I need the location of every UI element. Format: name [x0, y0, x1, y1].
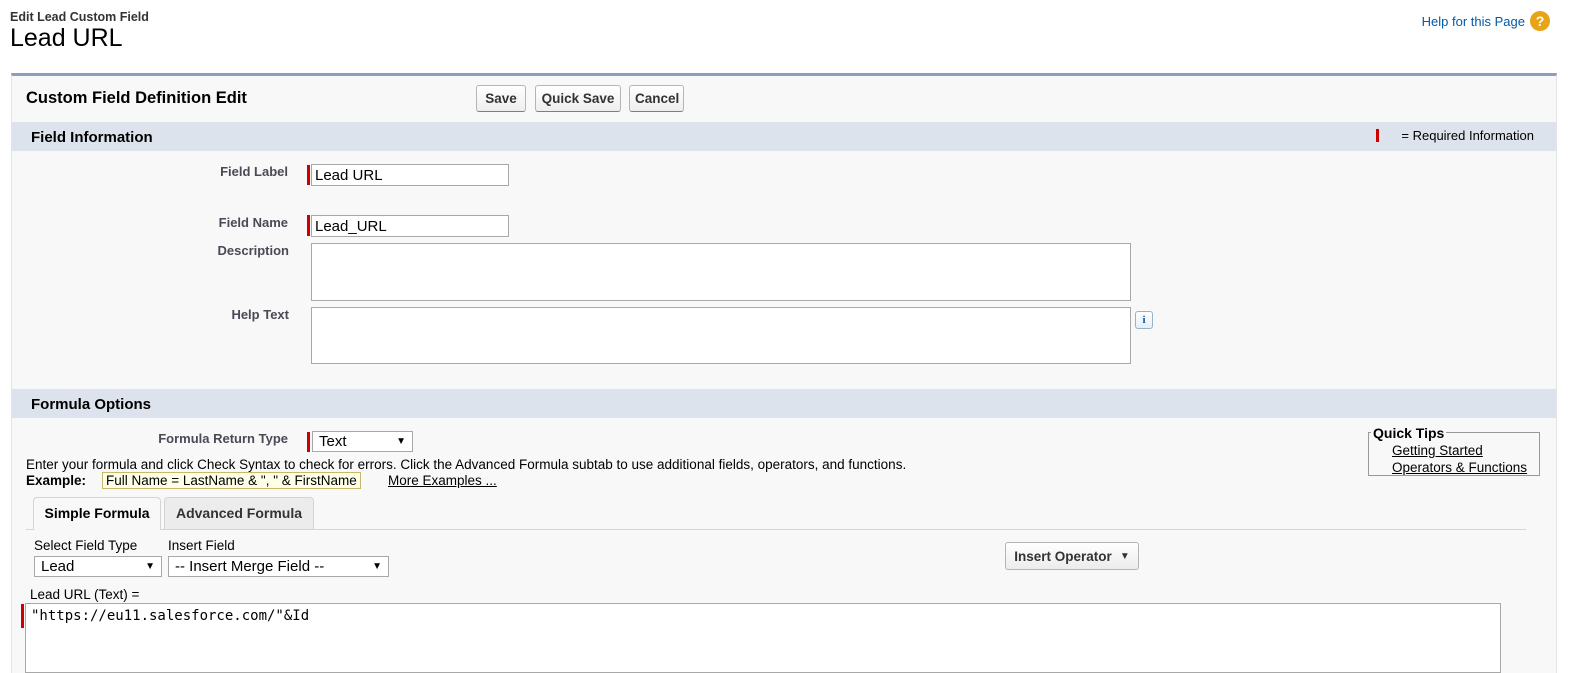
required-indicator-icon	[1376, 129, 1379, 142]
insert-operator-label: Insert Operator	[1014, 548, 1112, 564]
page-title: Lead URL	[10, 24, 123, 52]
description-textarea[interactable]	[311, 243, 1131, 301]
help-for-page-link[interactable]: Help for this Page	[1422, 14, 1525, 29]
formula-options-title: Formula Options	[31, 396, 151, 413]
quick-save-button[interactable]: Quick Save	[535, 85, 621, 112]
tab-simple-formula[interactable]: Simple Formula	[33, 497, 161, 530]
dropdown-arrow-icon: ▼	[1119, 550, 1130, 562]
select-field-type-value: Lead	[41, 558, 75, 575]
insert-field-select[interactable]: -- Insert Merge Field -- ▼	[168, 556, 389, 577]
example-label: Example:	[26, 473, 87, 488]
example-formula: Full Name = LastName & ", " & FirstName	[102, 472, 361, 489]
info-icon[interactable]: i	[1135, 311, 1153, 329]
operators-functions-link[interactable]: Operators & Functions	[1392, 460, 1527, 475]
formula-return-type-value: Text	[319, 433, 347, 450]
getting-started-link[interactable]: Getting Started	[1392, 443, 1483, 458]
field-label-label: Field Label	[220, 164, 288, 179]
formula-instructions: Enter your formula and click Check Synta…	[26, 457, 907, 472]
dropdown-arrow-icon: ▼	[145, 561, 155, 572]
formula-return-type-label: Formula Return Type	[158, 431, 288, 446]
dropdown-arrow-icon: ▼	[396, 436, 406, 447]
select-field-type-select[interactable]: Lead ▼	[34, 556, 162, 577]
help-icon[interactable]: ?	[1530, 11, 1550, 31]
required-information-legend: = Required Information	[1401, 128, 1534, 143]
dropdown-arrow-icon: ▼	[372, 561, 382, 572]
required-marker	[21, 604, 24, 628]
tab-advanced-formula[interactable]: Advanced Formula	[164, 497, 314, 529]
field-label-input[interactable]	[311, 164, 509, 186]
edit-block	[11, 73, 1557, 673]
help-text-label: Help Text	[231, 307, 289, 322]
help-text-textarea[interactable]	[311, 307, 1131, 364]
field-name-input[interactable]	[311, 215, 509, 237]
field-information-title: Field Information	[31, 129, 153, 146]
required-marker	[307, 215, 310, 236]
more-examples-link[interactable]: More Examples ...	[388, 473, 497, 488]
insert-field-label: Insert Field	[168, 538, 235, 553]
select-field-type-label: Select Field Type	[34, 538, 138, 553]
description-label: Description	[217, 243, 289, 258]
insert-operator-button[interactable]: Insert Operator ▼	[1005, 542, 1139, 570]
formula-return-type-select[interactable]: Text ▼	[312, 431, 413, 452]
cancel-button[interactable]: Cancel	[629, 85, 684, 112]
save-button[interactable]: Save	[476, 85, 526, 112]
insert-field-value: -- Insert Merge Field --	[175, 558, 325, 575]
field-name-label: Field Name	[218, 215, 288, 230]
page-subtitle: Edit Lead Custom Field	[10, 10, 149, 24]
block-title: Custom Field Definition Edit	[26, 89, 247, 107]
field-information-header	[12, 122, 1556, 151]
required-marker	[307, 432, 310, 452]
quick-tips-title: Quick Tips	[1371, 425, 1447, 441]
required-marker	[307, 165, 310, 185]
tab-divider	[26, 529, 1526, 530]
formula-editor-label: Lead URL (Text) =	[30, 587, 140, 602]
formula-options-header	[12, 389, 1556, 418]
